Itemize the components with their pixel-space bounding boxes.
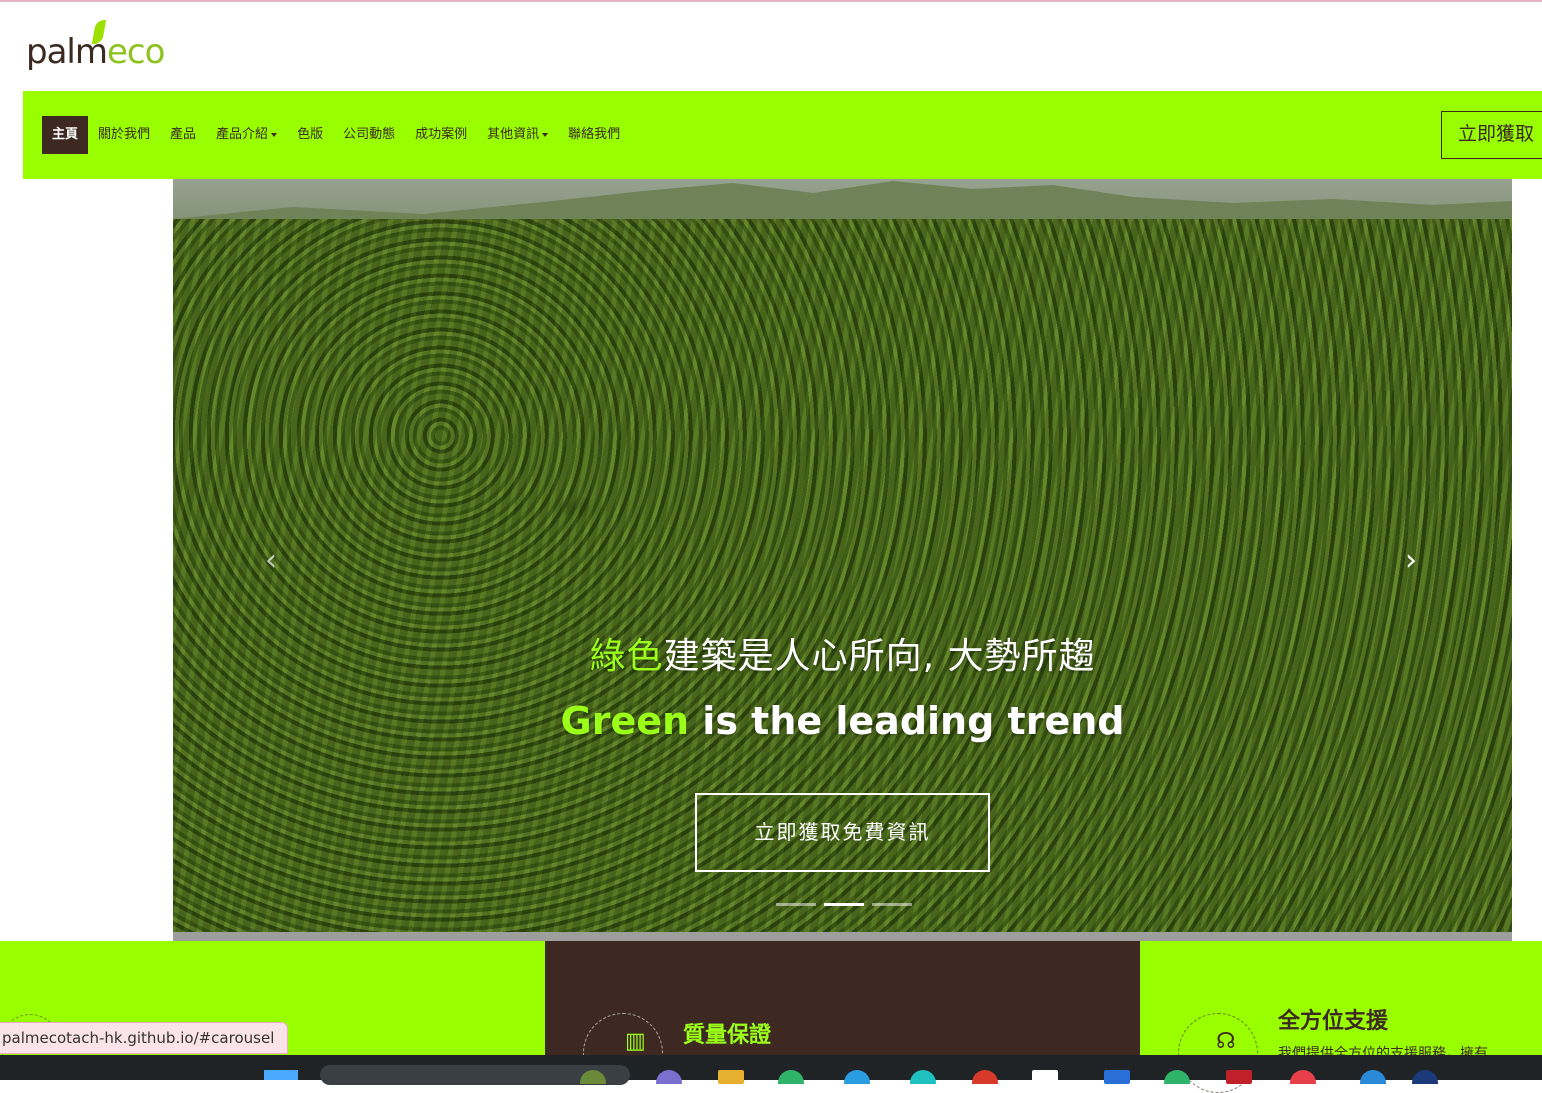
taskbar-app-icon[interactable] bbox=[1290, 1070, 1316, 1084]
headline-en-highlight: Green bbox=[560, 699, 690, 743]
taskbar-app-icon[interactable] bbox=[778, 1070, 804, 1084]
nav-item-products[interactable]: 產品 bbox=[160, 116, 206, 154]
hero-cta-button[interactable]: 立即獲取免費資訊 bbox=[695, 793, 990, 872]
feature-panel-support: ☊ 全方位支援 我們提供全方位的支援服務，擁有 bbox=[1140, 941, 1542, 1093]
headline-cn-rest: 建築是人心所向, 大勢所趨 bbox=[663, 636, 1096, 677]
taskbar-app-icon[interactable] bbox=[972, 1070, 998, 1084]
taskbar-app-icon[interactable] bbox=[1104, 1070, 1130, 1084]
nav-item-news[interactable]: 公司動態 bbox=[333, 116, 405, 154]
folder-icon[interactable] bbox=[718, 1070, 744, 1084]
nav-item-cases[interactable]: 成功案例 bbox=[405, 116, 477, 154]
nav-item-product-intro[interactable]: 產品介紹 bbox=[206, 116, 287, 154]
hero-headline-en: Green is the leading trend bbox=[173, 699, 1512, 743]
taskbar-app-icon[interactable] bbox=[844, 1070, 870, 1084]
headline-cn-highlight: 綠色 bbox=[589, 636, 664, 677]
taskbar-app-icon[interactable] bbox=[656, 1070, 682, 1084]
feature-title-support: 全方位支援 bbox=[1278, 1009, 1389, 1034]
nav-item-label: 公司動態 bbox=[343, 127, 396, 142]
headline-en-rest: is the leading trend bbox=[689, 699, 1125, 743]
nav-item-colors[interactable]: 色版 bbox=[287, 116, 333, 154]
browser-status-url: palmecotach-hk.github.io/#carousel bbox=[0, 1022, 288, 1054]
nav-item-other-info[interactable]: 其他資訊 bbox=[477, 116, 558, 154]
carousel-indicators bbox=[776, 903, 912, 906]
nav-item-label: 色版 bbox=[297, 127, 324, 142]
taskbar-app-icon[interactable] bbox=[910, 1070, 936, 1084]
nav-item-label: 產品 bbox=[170, 127, 197, 142]
feature-title-quality: 質量保證 bbox=[683, 1023, 772, 1048]
nav-item-contact[interactable]: 聯絡我們 bbox=[558, 116, 630, 154]
nav-cta-button[interactable]: 立即獲取 bbox=[1441, 111, 1542, 159]
taskbar-app-icon[interactable] bbox=[1412, 1070, 1438, 1084]
carousel-next-button[interactable]: › bbox=[1399, 546, 1423, 576]
main-navbar: 主頁 關於我們 產品 產品介紹 色版 公司動態 成功案例 其他資訊 聯絡我們 立… bbox=[23, 91, 1542, 179]
nav-item-about[interactable]: 關於我們 bbox=[88, 116, 160, 154]
nav-menu: 主頁 關於我們 產品 產品介紹 色版 公司動態 成功案例 其他資訊 聯絡我們 bbox=[42, 116, 630, 154]
carousel-indicator-3[interactable] bbox=[872, 903, 912, 906]
carousel-prev-button[interactable]: ‹ bbox=[259, 546, 283, 576]
chevron-right-icon: › bbox=[1405, 543, 1417, 578]
carousel-indicator-1[interactable] bbox=[776, 903, 816, 906]
browser-top-line bbox=[0, 0, 1542, 2]
nav-item-label: 成功案例 bbox=[415, 127, 468, 142]
hero-headline-cn: 綠色建築是人心所向, 大勢所趨 bbox=[173, 627, 1512, 679]
nav-item-label: 聯絡我們 bbox=[568, 127, 621, 142]
nav-item-label: 產品介紹 bbox=[216, 127, 269, 142]
calendar-icon[interactable] bbox=[1032, 1070, 1058, 1084]
taskbar-app-icon[interactable] bbox=[1360, 1070, 1386, 1084]
nav-item-label: 其他資訊 bbox=[487, 127, 540, 142]
caret-down-icon bbox=[271, 132, 278, 137]
chevron-left-icon: ‹ bbox=[265, 543, 277, 578]
taskbar-app-icon[interactable] bbox=[1226, 1070, 1252, 1084]
nav-item-label: 主頁 bbox=[52, 127, 79, 142]
logo-text-palm: palm bbox=[26, 32, 108, 72]
quality-icon: ▥ bbox=[625, 1029, 646, 1054]
carousel-indicator-2[interactable] bbox=[824, 903, 864, 906]
brand-logo[interactable]: palmeco bbox=[26, 18, 186, 78]
nav-item-home[interactable]: 主頁 bbox=[42, 116, 89, 154]
caret-down-icon bbox=[542, 132, 549, 137]
logo-text-eco: eco bbox=[106, 32, 165, 72]
carousel-bottom-strip bbox=[173, 932, 1512, 941]
feature-panel-quality: ▥ 質量保證 bbox=[545, 941, 1140, 1093]
hero-carousel: ‹ › 綠色建築是人心所向, 大勢所趨 Green is the leading… bbox=[173, 179, 1512, 941]
windows-start-icon[interactable] bbox=[264, 1070, 298, 1080]
chrome-icon[interactable] bbox=[1164, 1070, 1190, 1084]
os-taskbar bbox=[0, 1055, 1542, 1085]
support-headset-icon: ☊ bbox=[1216, 1029, 1236, 1054]
nav-item-label: 關於我們 bbox=[98, 127, 151, 142]
